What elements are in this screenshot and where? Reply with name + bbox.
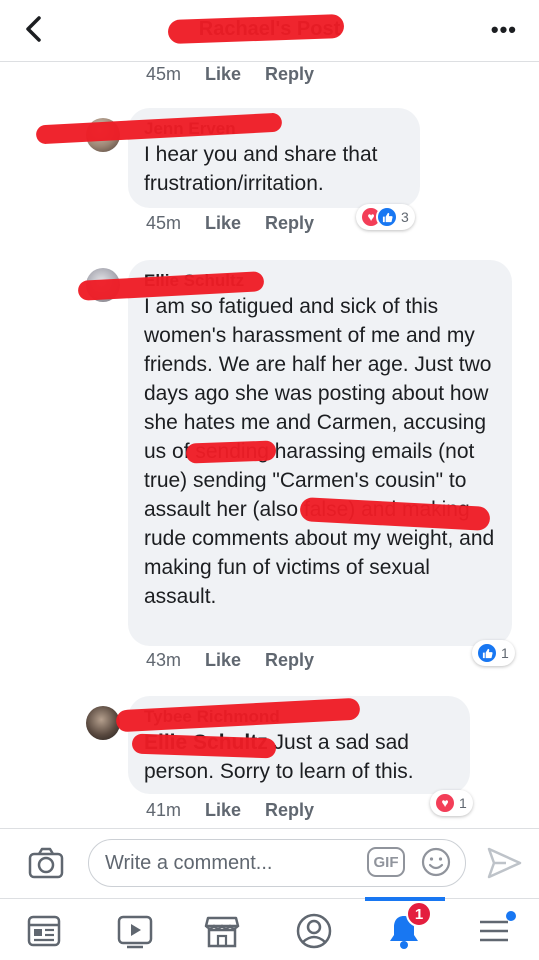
tab-notifications[interactable]: 1 (378, 901, 432, 957)
reply-link[interactable]: Reply (265, 800, 314, 821)
comment-timestamp: 41m (146, 800, 182, 820)
like-link[interactable]: Like (205, 64, 241, 85)
comment-timestamp: 45m (146, 64, 182, 84)
like-link[interactable]: Like (205, 800, 241, 821)
comment-timestamp: 43m (146, 650, 182, 670)
reaction-count: 3 (401, 209, 409, 225)
tab-marketplace[interactable] (196, 905, 248, 957)
reply-link[interactable]: Reply (265, 213, 314, 234)
reply-link[interactable]: Reply (265, 650, 314, 671)
menu-dot-indicator (506, 911, 516, 921)
send-icon (487, 847, 522, 879)
comment-placeholder: Write a comment... (105, 851, 273, 874)
emoji-button[interactable] (420, 846, 452, 878)
active-tab-indicator (365, 897, 445, 901)
camera-button[interactable] (26, 843, 66, 883)
reaction-summary[interactable]: 1 (472, 640, 515, 666)
tab-news-feed[interactable] (18, 905, 70, 957)
comment-input[interactable]: Write a comment... (88, 839, 466, 887)
more-dots-icon: ••• (490, 17, 517, 42)
comment-meta: 41m Like Reply (146, 800, 314, 821)
profile-icon (296, 913, 332, 949)
notification-badge: 1 (406, 901, 432, 927)
comment-composer: Write a comment... GIF (0, 828, 539, 898)
tab-menu[interactable] (468, 905, 520, 957)
comment-timestamp: 45m (146, 213, 182, 233)
love-reaction-icon: ♥ (434, 792, 456, 814)
like-reaction-icon (476, 642, 498, 664)
like-link[interactable]: Like (205, 213, 241, 234)
reaction-summary[interactable]: ♥ 3 (356, 204, 415, 230)
reaction-count: 1 (501, 645, 509, 661)
comment-meta: 43m Like Reply (146, 650, 314, 671)
tab-profile[interactable] (288, 905, 340, 957)
watch-icon (117, 915, 153, 949)
marketplace-icon (204, 916, 240, 948)
comment-text: I hear you and share that frustration/ir… (144, 143, 378, 195)
gif-icon: GIF (373, 853, 399, 871)
reaction-summary[interactable]: ♥ 1 (430, 790, 473, 816)
comment-meta: 45m Like Reply (146, 64, 314, 85)
redaction-mark (185, 440, 277, 464)
bottom-tab-bar: 1 (0, 897, 539, 960)
like-reaction-icon (376, 206, 398, 228)
reply-link[interactable]: Reply (265, 64, 314, 85)
like-link[interactable]: Like (205, 650, 241, 671)
avatar[interactable] (86, 706, 120, 740)
comment-meta: 45m Like Reply (146, 213, 314, 234)
tab-watch[interactable] (109, 905, 161, 957)
emoji-icon (421, 847, 451, 877)
send-button[interactable] (484, 843, 524, 883)
news-feed-icon (27, 915, 61, 947)
reaction-count: 1 (459, 795, 467, 811)
camera-icon (28, 847, 64, 879)
gif-button[interactable]: GIF (367, 847, 405, 877)
more-options-button[interactable]: ••• (491, 17, 517, 43)
